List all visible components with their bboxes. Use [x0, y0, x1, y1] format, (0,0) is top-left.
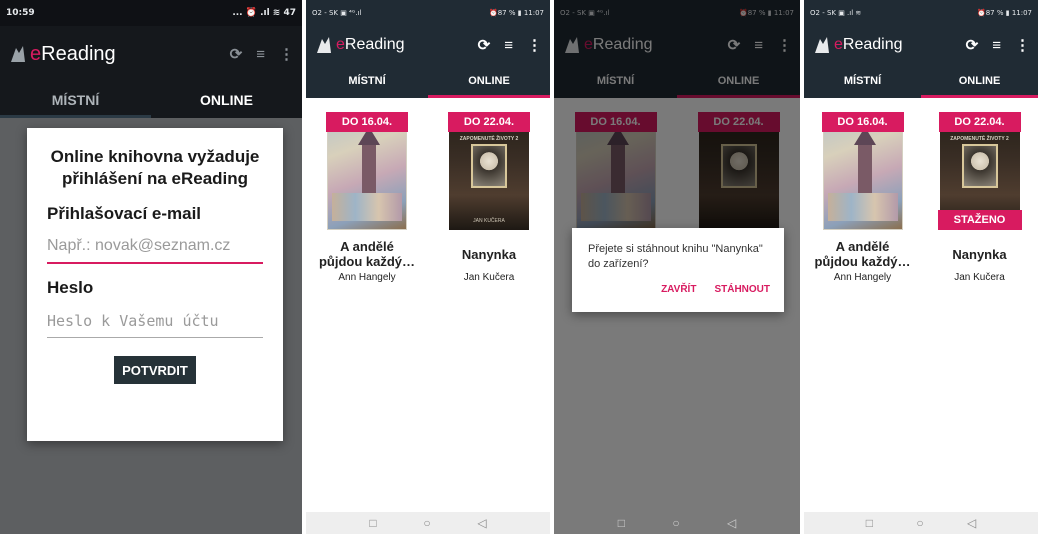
book-title: A andělé půjdou každý… — [318, 239, 416, 269]
screen-download-dialog: O2 - SK ▣ ⁴ᴳ.ıl ⏰87 % ▮ 11:07 eReading ⟳… — [554, 0, 800, 534]
book-card[interactable]: DO 22.04. ZAPOMENUTÉ ŽIVOTY 2 JAN KUČERA… — [442, 108, 536, 283]
refresh-icon[interactable]: ⟳ — [478, 36, 491, 54]
logo-e: e — [834, 36, 843, 53]
book-author: Ann Hangely — [338, 272, 396, 283]
sort-icon[interactable]: ≡ — [256, 46, 265, 63]
email-field[interactable] — [47, 230, 263, 264]
logo-mark-icon — [8, 44, 28, 64]
confirm-button[interactable]: POTVRDIT — [114, 356, 196, 384]
tab-bar: MÍSTNÍ ONLINE — [0, 82, 302, 118]
app-bar: eReading ⟳ ≡ ⋮ — [804, 26, 1038, 64]
sort-icon[interactable]: ≡ — [992, 37, 1001, 54]
cover-series: ZAPOMENUTÉ ŽIVOTY 2 — [459, 136, 519, 142]
close-button[interactable]: ZAVŘÍT — [661, 284, 696, 295]
status-bar: 10:59 ... ⏰ .ıl ≋ 47 — [0, 0, 302, 26]
more-vert-icon[interactable]: ⋮ — [1015, 36, 1030, 54]
download-dialog: Přejete si stáhnout knihu "Nanynka" do z… — [572, 228, 784, 312]
screenshot-strip: 10:59 ... ⏰ .ıl ≋ 47 e Reading ⟳ ≡ ⋮ MÍST… — [0, 0, 1038, 534]
due-date-badge: DO 22.04. — [448, 112, 530, 132]
cover-series: ZAPOMENUTÉ ŽIVOTY 2 — [950, 136, 1009, 142]
tab-bar: MÍSTNÍ ONLINE — [306, 64, 550, 98]
status-icons: ... ⏰ .ıl ≋ 47 — [232, 8, 296, 18]
due-date-badge: DO 16.04. — [821, 112, 904, 132]
book-title: A andělé půjdou každý… — [814, 239, 911, 269]
due-date-badge: DO 22.04. — [938, 112, 1021, 132]
book-card[interactable]: DO 22.04. ZAPOMENUTÉ ŽIVOTY 2 STAŽENO Na… — [933, 108, 1027, 283]
app-bar: eReading ⟳ ≡ ⋮ — [306, 26, 550, 64]
tab-local[interactable]: MÍSTNÍ — [804, 64, 921, 98]
tab-bar: MÍSTNÍ ONLINE — [804, 64, 1038, 98]
tab-online[interactable]: ONLINE — [151, 82, 302, 118]
download-button[interactable]: STÁHNOUT — [714, 284, 770, 295]
more-vert-icon[interactable]: ⋮ — [527, 36, 542, 54]
screen-online-list: O2 - SK ▣ ⁴ᴳ.ıl ⏰87 % ▮ 11:07 e Reading ⟳… — [306, 0, 550, 534]
logo-text: Reading — [344, 36, 405, 53]
app-bar: eReading ⟳ ≡ ⋮ — [0, 26, 302, 82]
logo-text: Reading — [842, 36, 903, 53]
recent-apps-icon[interactable]: □ — [369, 516, 376, 530]
status-bar: O2 - SK ▣ ⁴ᴳ.ıl ⏰87 % ▮ 11:07 — [306, 0, 550, 26]
app-logo: eReading — [812, 35, 966, 55]
book-grid: DO 16.04. A andělé půjdou každý… Ann Han… — [306, 98, 550, 283]
system-nav-bar: □ ○ ◁ — [804, 512, 1038, 534]
tab-local[interactable]: MÍSTNÍ — [306, 64, 428, 98]
status-carrier: O2 - SK ▣ .ıl ≋ — [810, 9, 862, 17]
refresh-icon[interactable]: ⟳ — [230, 45, 243, 63]
book-author: Jan Kučera — [954, 272, 1005, 283]
system-nav-bar: □ ○ ◁ — [554, 512, 800, 534]
logo-mark-icon — [314, 35, 334, 55]
status-bar: O2 - SK ▣ .ıl ≋ ⏰87 % ▮ 11:07 — [804, 0, 1038, 26]
email-label: Přihlašovací e-mail — [47, 204, 202, 223]
login-title: Online knihovna vyžaduje přihlášení na e… — [50, 147, 260, 188]
system-nav-bar: □ ○ ◁ — [306, 512, 550, 534]
logo-mark-icon — [812, 35, 832, 55]
back-icon[interactable]: ◁ — [727, 516, 736, 530]
tab-online[interactable]: ONLINE — [921, 64, 1038, 98]
tab-local[interactable]: MÍSTNÍ — [0, 82, 151, 118]
back-icon[interactable]: ◁ — [477, 516, 486, 530]
screen-downloaded: O2 - SK ▣ .ıl ≋ ⏰87 % ▮ 11:07 e Reading ⟳… — [804, 0, 1038, 534]
screen-login: 10:59 ... ⏰ .ıl ≋ 47 e Reading ⟳ ≡ ⋮ MÍST… — [0, 0, 302, 534]
book-title: Nanynka — [461, 246, 517, 262]
home-icon[interactable]: ○ — [672, 516, 679, 530]
book-author: Ann Hangely — [833, 272, 892, 283]
recent-apps-icon[interactable]: □ — [866, 516, 873, 530]
content-area: DO 16.04. A andělé půjdou každý… Ann Han… — [306, 98, 550, 534]
downloaded-badge: STAŽENO — [937, 210, 1022, 230]
password-field[interactable] — [47, 304, 263, 338]
status-icons: ⏰87 % ▮ 11:07 — [977, 9, 1032, 17]
status-icons: ⏰87 % ▮ 11:07 — [489, 9, 544, 17]
book-card[interactable]: DO 16.04. A andělé půjdou každý… Ann Han… — [318, 108, 416, 283]
status-carrier: O2 - SK ▣ ⁴ᴳ.ıl — [312, 9, 362, 17]
book-author: Jan Kučera — [463, 272, 515, 283]
app-logo: eReading — [8, 43, 230, 66]
book-grid: DO 16.04. A andělé půjdou každý… Ann Han… — [804, 98, 1038, 283]
home-icon[interactable]: ○ — [916, 516, 923, 530]
tab-online[interactable]: ONLINE — [428, 64, 550, 98]
sort-icon[interactable]: ≡ — [504, 37, 513, 54]
recent-apps-icon[interactable]: □ — [618, 516, 625, 530]
home-icon[interactable]: ○ — [423, 516, 430, 530]
password-label: Heslo — [47, 278, 94, 297]
back-icon[interactable]: ◁ — [967, 516, 976, 530]
due-date-badge: DO 16.04. — [326, 112, 408, 132]
refresh-icon[interactable]: ⟳ — [966, 36, 979, 54]
cover-author: JAN KUČERA — [473, 218, 505, 224]
book-title: Nanynka — [952, 246, 1007, 262]
more-vert-icon[interactable]: ⋮ — [279, 45, 294, 63]
logo-e: e — [30, 42, 42, 65]
status-time: 10:59 — [6, 8, 35, 18]
book-card[interactable]: DO 16.04. A andělé půjdou každý… Ann Han… — [814, 108, 911, 283]
app-logo: eReading — [314, 35, 478, 55]
download-dialog-text: Přejete si stáhnout knihu "Nanynka" do z… — [588, 243, 763, 270]
logo-text: Reading — [41, 42, 116, 65]
logo-e: e — [336, 36, 345, 53]
login-dialog: Online knihovna vyžaduje přihlášení na e… — [27, 128, 283, 441]
content-area: DO 16.04. A andělé půjdou každý… Ann Han… — [804, 98, 1038, 534]
